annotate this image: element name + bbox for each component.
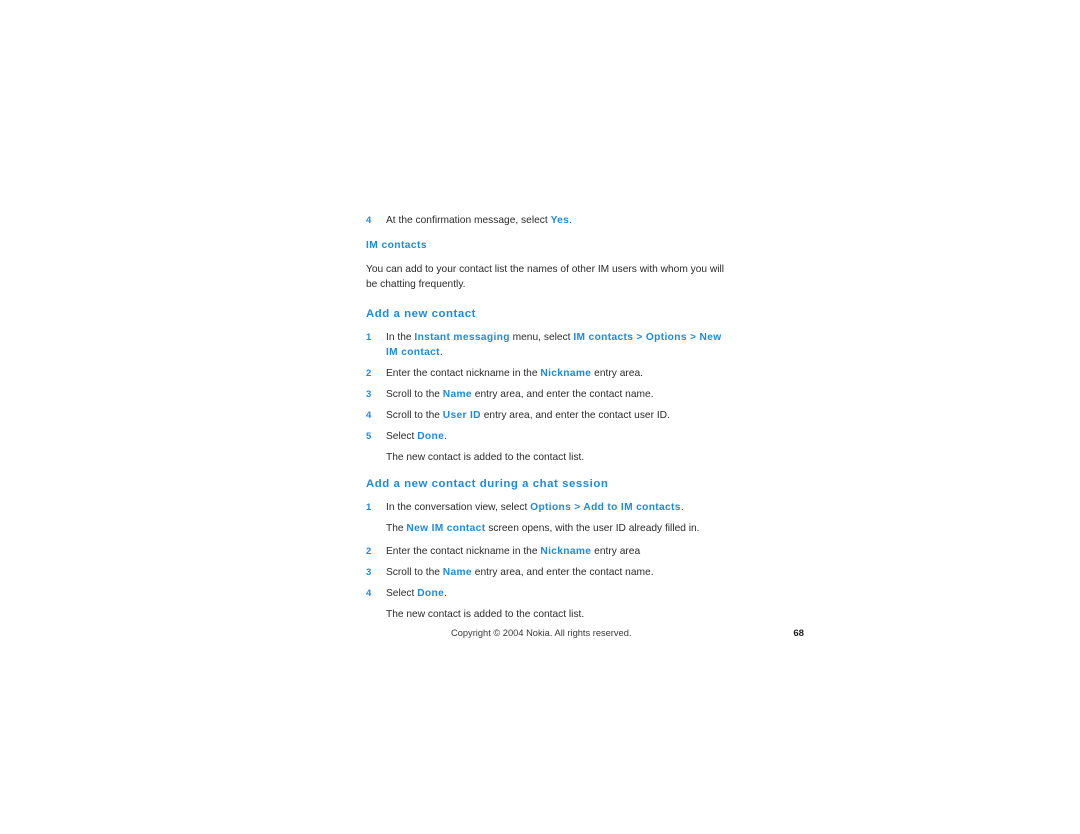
list-item: 2 Enter the contact nickname in the Nick… — [366, 544, 734, 559]
step-text-part: . — [444, 588, 447, 599]
step-text-part: Enter the contact nickname in the — [386, 546, 541, 557]
step-text: Select Done. — [386, 586, 734, 601]
list-item: 1 In the conversation view, select Optio… — [366, 500, 734, 515]
task-heading-add-during-chat: Add a new contact during a chat session — [366, 478, 609, 490]
step-text-part: entry area. — [591, 368, 643, 379]
ui-term-user-id: User ID — [442, 410, 481, 421]
list-item: 5 Select Done. — [366, 429, 734, 444]
list-item: 3 Scroll to the Name entry area, and ent… — [366, 387, 734, 402]
step-number: 4 — [366, 215, 372, 226]
step-text: Select Done. — [386, 429, 734, 444]
list-item: 1 In the Instant messaging menu, select … — [366, 330, 734, 360]
step-text-part: . — [569, 215, 573, 226]
step-text-part: . — [439, 347, 443, 358]
step-number: 1 — [366, 502, 372, 513]
copyright-notice: Copyright © 2004 Nokia. All rights reser… — [451, 628, 632, 638]
step-text-part: In the — [386, 332, 415, 343]
ui-term-instant-messaging: Instant messaging — [414, 332, 510, 343]
ui-term-name: Name — [442, 389, 472, 400]
step-text-part: Scroll to the — [386, 389, 443, 400]
step-number: 3 — [366, 567, 372, 578]
step-note-part: screen opens, with the user ID already f… — [485, 523, 700, 534]
ui-term-options-add-to-im-contacts: Options > Add to IM contacts — [530, 502, 681, 513]
section-heading-im-contacts: IM contacts — [366, 240, 427, 251]
step-text-part: entry area, and enter the contact name. — [471, 389, 654, 400]
ui-term-nickname: Nickname — [540, 368, 592, 379]
step-text-part: Select — [386, 588, 418, 599]
ui-term-new-im-contact: New IM contact — [406, 523, 486, 534]
intro-paragraph: You can add to your contact list the nam… — [366, 264, 725, 290]
result-paragraph: The new contact is added to the contact … — [386, 609, 585, 620]
ui-term-nickname: Nickname — [540, 546, 592, 557]
step-text: In the conversation view, select Options… — [386, 500, 734, 515]
step-text-part: menu, select — [509, 332, 574, 343]
step-text-part: Enter the contact nickname in the — [386, 368, 541, 379]
step-note-part: The — [386, 523, 407, 534]
step-text: Scroll to the User ID entry area, and en… — [386, 408, 734, 423]
manual-page: 4 At the confirmation message, select Ye… — [0, 0, 1080, 834]
step-number: 2 — [366, 368, 372, 379]
ui-term-yes: Yes — [550, 215, 570, 226]
step-text: At the confirmation message, select Yes. — [386, 213, 734, 228]
step-number: 3 — [366, 389, 372, 400]
step-text-part: . — [444, 431, 447, 442]
list-item: 4 Select Done. — [366, 586, 734, 601]
step-number: 5 — [366, 431, 372, 442]
step-text-part: Select — [386, 431, 418, 442]
step-text: Enter the contact nickname in the Nickna… — [386, 544, 734, 559]
step-text: Enter the contact nickname in the Nickna… — [386, 366, 734, 381]
step-text: Scroll to the Name entry area, and enter… — [386, 387, 734, 402]
list-item: 2 Enter the contact nickname in the Nick… — [366, 366, 734, 381]
task-heading-add-new-contact: Add a new contact — [366, 308, 476, 320]
step-text: Scroll to the Name entry area, and enter… — [386, 565, 734, 580]
ui-term-done: Done — [417, 588, 445, 599]
step-text-part: In the conversation view, select — [386, 502, 531, 513]
step-number: 4 — [366, 588, 372, 599]
step-text: In the Instant messaging menu, select IM… — [386, 330, 734, 360]
list-item: 4 Scroll to the User ID entry area, and … — [366, 408, 734, 423]
step-text-part: Scroll to the — [386, 410, 443, 421]
step-number: 4 — [366, 410, 372, 421]
result-paragraph: The new contact is added to the contact … — [386, 452, 585, 463]
list-item: 4 At the confirmation message, select Ye… — [366, 213, 734, 228]
step-text-part: At the confirmation message, select — [386, 215, 551, 226]
step-number: 1 — [366, 332, 372, 343]
ui-term-done: Done — [417, 431, 445, 442]
step-number: 2 — [366, 546, 372, 557]
list-item: 3 Scroll to the Name entry area, and ent… — [366, 565, 734, 580]
step-text-part: entry area, and enter the contact user I… — [480, 410, 670, 421]
step-text-part: Scroll to the — [386, 567, 443, 578]
page-number: 68 — [793, 628, 804, 639]
step-text-part: . — [680, 502, 684, 513]
ui-term-name: Name — [442, 567, 472, 578]
step-text-part: entry area, and enter the contact name. — [471, 567, 654, 578]
page-content: 4 At the confirmation message, select Ye… — [366, 213, 734, 622]
step-note-paragraph: The New IM contact screen opens, with th… — [386, 521, 734, 536]
step-text-part: entry area — [591, 546, 641, 557]
